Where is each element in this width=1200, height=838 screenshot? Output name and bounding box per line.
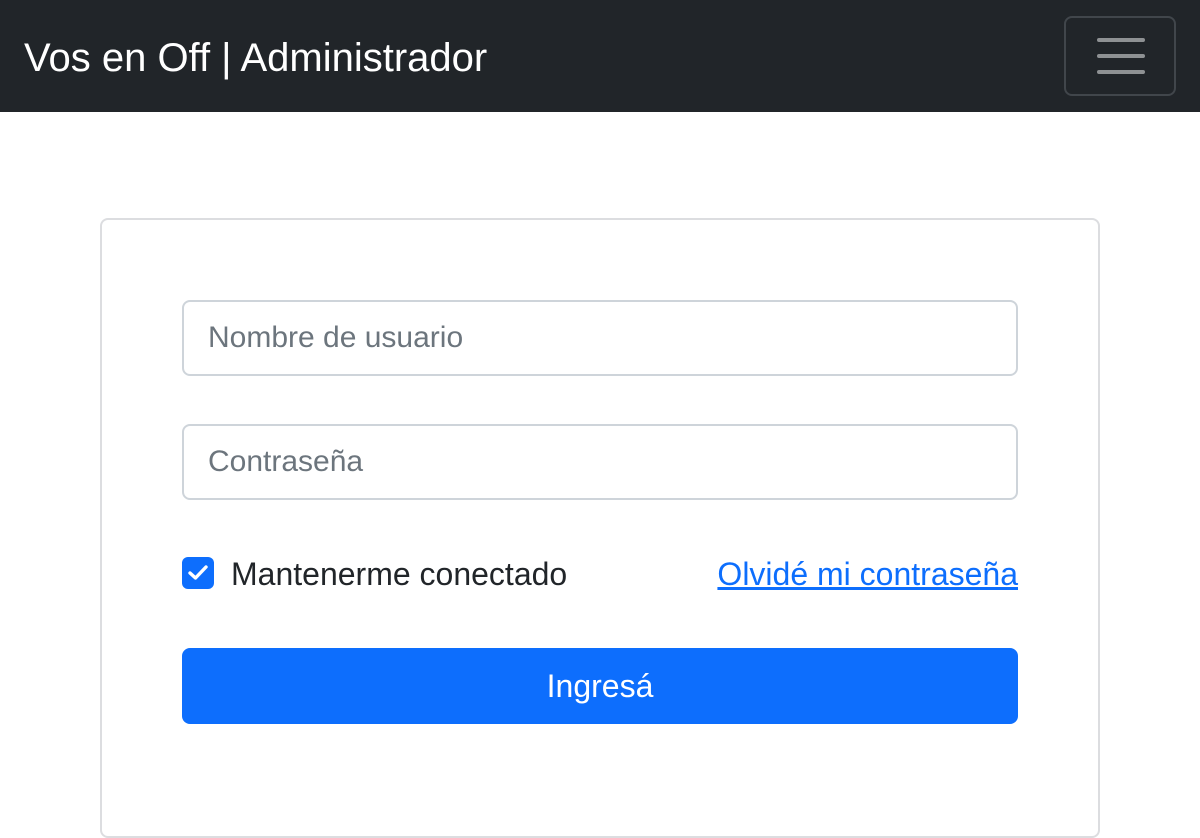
remember-me-checkbox[interactable] (182, 557, 214, 589)
remember-me-label[interactable]: Mantenerme conectado (231, 554, 567, 594)
username-input[interactable] (182, 300, 1018, 376)
hamburger-menu-icon-bar (1097, 70, 1145, 74)
top-navbar: Vos en Off | Administrador (0, 0, 1200, 112)
password-input[interactable] (182, 424, 1018, 500)
brand-title[interactable]: Vos en Off | Administrador (24, 32, 487, 84)
login-submit-button[interactable]: Ingresá (182, 648, 1018, 724)
hamburger-menu-icon-bar (1097, 54, 1145, 58)
forgot-password-link[interactable]: Olvidé mi contraseña (717, 554, 1018, 594)
checkmark-icon (188, 565, 208, 580)
hamburger-menu-icon (1097, 38, 1145, 42)
menu-toggle-button[interactable] (1064, 16, 1176, 96)
